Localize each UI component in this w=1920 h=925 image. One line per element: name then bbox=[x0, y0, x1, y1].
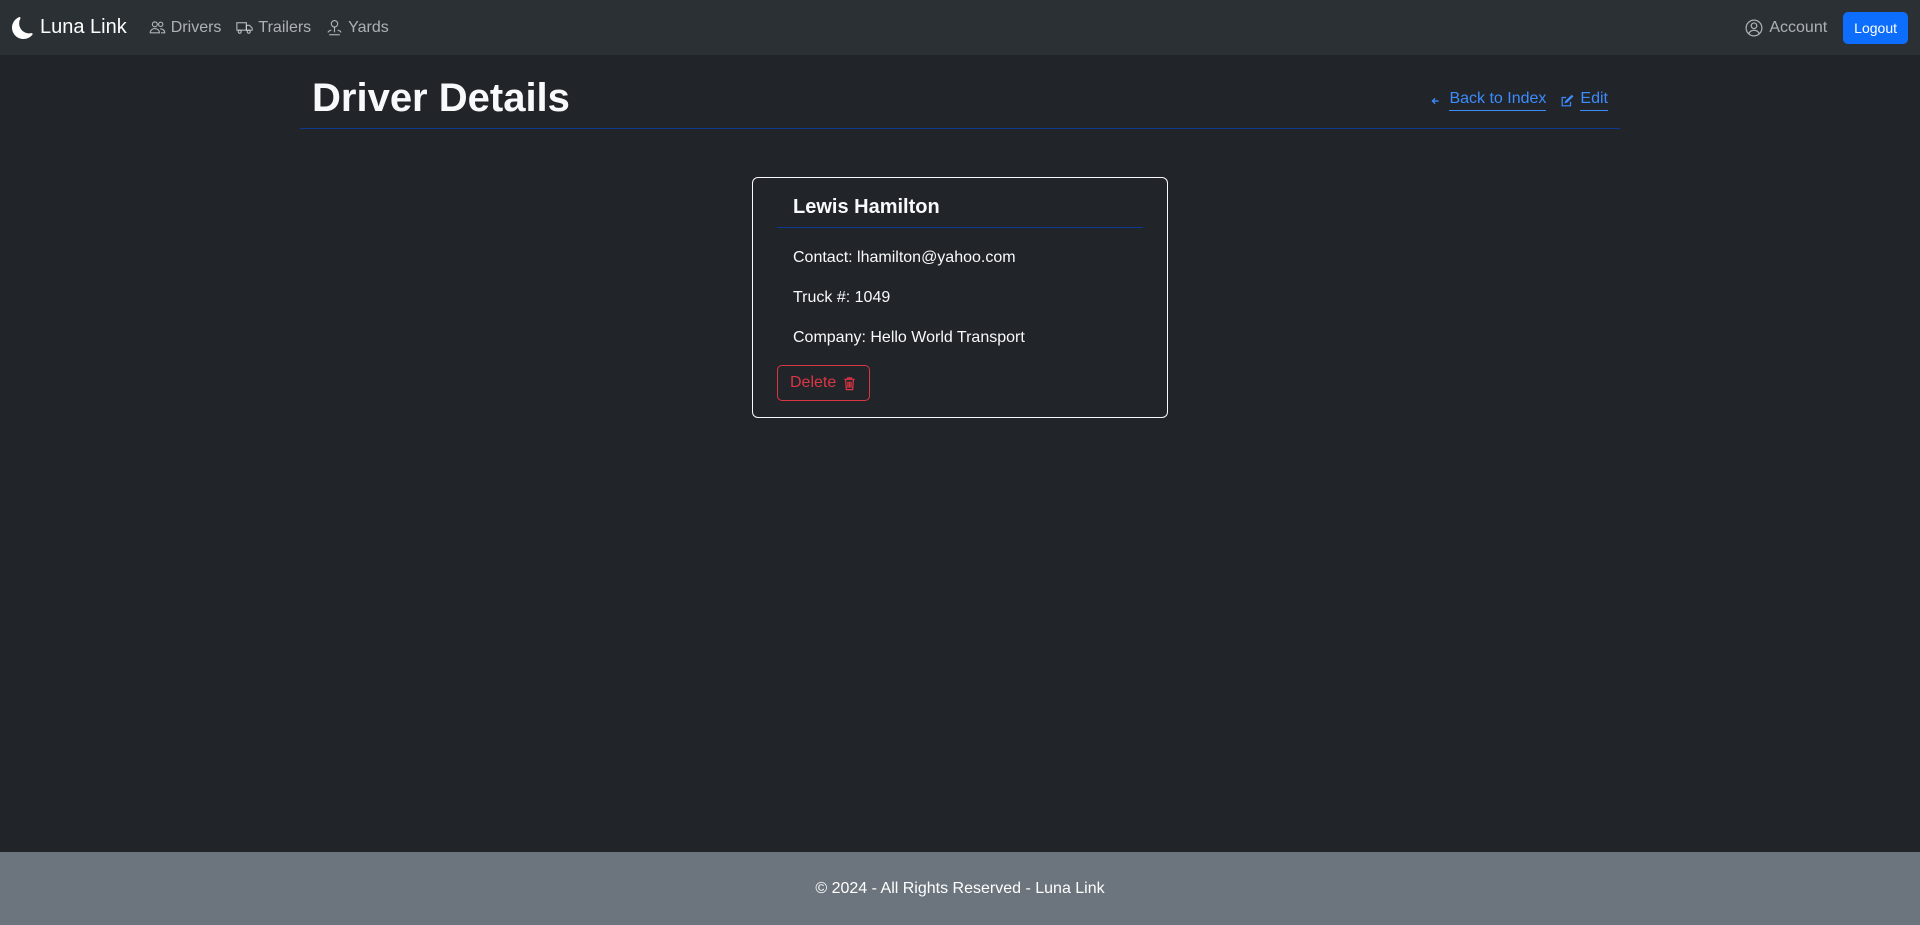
driver-truck: Truck #: 1049 bbox=[793, 289, 891, 306]
account-label: Account bbox=[1769, 18, 1828, 36]
footer: © 2024 - All Rights Reserved - Luna Link bbox=[0, 852, 1920, 925]
brand-label: Luna Link bbox=[40, 16, 127, 38]
edit-icon bbox=[1561, 94, 1574, 106]
driver-name: Lewis Hamilton bbox=[793, 196, 940, 218]
nav-yards[interactable]: Yards bbox=[326, 19, 389, 37]
nav-trailers-label: Trailers bbox=[258, 18, 312, 36]
driver-contact: Contact: lhamilton@yahoo.com bbox=[793, 249, 1016, 266]
delete-label: Delete bbox=[790, 374, 837, 391]
edit-link[interactable]: Edit bbox=[1560, 90, 1608, 111]
footer-text: © 2024 - All Rights Reserved - Luna Link bbox=[815, 879, 1105, 897]
brand-link[interactable]: Luna Link bbox=[12, 16, 127, 39]
nav-drivers[interactable]: Drivers bbox=[149, 18, 222, 37]
person-circle-icon bbox=[1745, 19, 1763, 36]
back-to-index-label: Back to Index bbox=[1449, 90, 1547, 111]
nav-trailers[interactable]: Trailers bbox=[236, 19, 311, 37]
driver-company: Company: Hello World Transport bbox=[793, 329, 1025, 346]
page-title: Driver Details bbox=[312, 76, 570, 120]
back-to-index-link[interactable]: Back to Index bbox=[1429, 90, 1547, 111]
driver-card: Lewis Hamilton Contact: lhamilton@yahoo.… bbox=[752, 177, 1168, 418]
nav-drivers-label: Drivers bbox=[170, 18, 222, 36]
page-header: Driver Details Back to Index Edit bbox=[300, 72, 1620, 129]
nav-right: Account Logout bbox=[1745, 11, 1908, 44]
trash-icon bbox=[844, 376, 855, 390]
edit-label: Edit bbox=[1580, 90, 1608, 111]
truck-icon bbox=[236, 22, 254, 34]
people-icon bbox=[149, 21, 166, 34]
card-title-wrap: Lewis Hamilton bbox=[777, 195, 1143, 228]
nav-yards-label: Yards bbox=[348, 18, 389, 36]
header-links: Back to Index Edit bbox=[1429, 72, 1608, 111]
delete-button[interactable]: Delete bbox=[777, 365, 871, 401]
navbar: Luna Link Drivers Trailers Yards Account… bbox=[0, 0, 1920, 55]
account-link[interactable]: Account bbox=[1745, 19, 1827, 37]
moon-icon bbox=[12, 16, 33, 39]
person-pin-icon bbox=[327, 20, 342, 36]
arrow-left-icon bbox=[1431, 97, 1440, 104]
logout-button[interactable]: Logout bbox=[1843, 11, 1908, 44]
